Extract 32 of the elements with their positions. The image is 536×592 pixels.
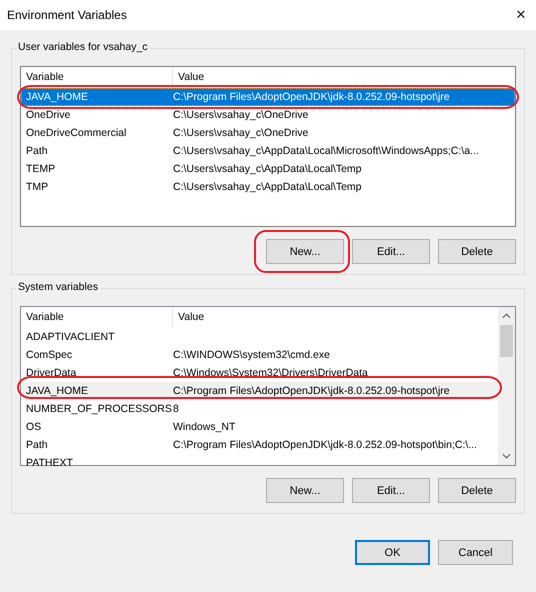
scrollbar[interactable] bbox=[498, 307, 515, 465]
variable-row[interactable]: PATHEXT bbox=[21, 454, 498, 472]
variable-row[interactable]: OneDrive C:\Users\vsahay_c\OneDrive bbox=[21, 106, 515, 124]
dialog-button[interactable]: New... bbox=[266, 239, 344, 264]
scroll-down-icon[interactable] bbox=[502, 453, 511, 459]
variable-row[interactable]: OS Windows_NT bbox=[21, 418, 498, 436]
variable-row[interactable]: Path C:\Users\vsahay_c\AppData\Local\Microsoft\WindowsApps;C:\a... bbox=[21, 142, 515, 160]
variable-row[interactable]: JAVA_HOME C:\Program Files\AdoptOpenJDK\jdk-8.0.252.09-hotspot\jre bbox=[21, 88, 515, 106]
scroll-up-icon[interactable] bbox=[502, 313, 511, 319]
dialog-button[interactable]: Cancel bbox=[438, 540, 513, 565]
column-header[interactable]: Variable bbox=[21, 307, 173, 328]
variable-row[interactable]: ComSpec C:\WINDOWS\system32\cmd.exe bbox=[21, 346, 498, 364]
dialog-button[interactable]: OK bbox=[355, 540, 430, 565]
dialog-button[interactable]: Edit... bbox=[352, 478, 430, 503]
group-title: User variables for vsahay_c bbox=[16, 41, 150, 53]
variable-row[interactable]: TMP C:\Users\vsahay_c\AppData\Local\Temp bbox=[21, 178, 515, 196]
variable-row[interactable]: TEMP C:\Users\vsahay_c\AppData\Local\Temp bbox=[21, 160, 515, 178]
column-header[interactable]: Value bbox=[173, 67, 515, 88]
column-header[interactable]: Value bbox=[173, 307, 498, 328]
dialog-button[interactable]: Delete bbox=[438, 478, 516, 503]
dialog-button[interactable]: Edit... bbox=[352, 239, 430, 264]
window-title: Environment Variables bbox=[7, 8, 127, 22]
dialog-button[interactable]: New... bbox=[266, 478, 344, 503]
variable-row[interactable]: OneDriveCommercial C:\Users\vsahay_c\OneDrive bbox=[21, 124, 515, 142]
scroll-thumb[interactable] bbox=[500, 325, 513, 357]
variable-row[interactable]: ADAPTIVACLIENT bbox=[21, 328, 498, 346]
group-title: System variables bbox=[16, 281, 100, 293]
close-button[interactable]: ✕ bbox=[506, 0, 536, 30]
variable-row[interactable]: DriverData C:\Windows\System32\Drivers\DriverData bbox=[21, 364, 498, 382]
variable-row[interactable]: Path C:\Program Files\AdoptOpenJDK\jdk-8.0.252.09-hotspot\bin;C:\... bbox=[21, 436, 498, 454]
dialog-button[interactable]: Delete bbox=[438, 239, 516, 264]
variable-row[interactable]: NUMBER_OF_PROCESSORS8 bbox=[21, 400, 498, 418]
